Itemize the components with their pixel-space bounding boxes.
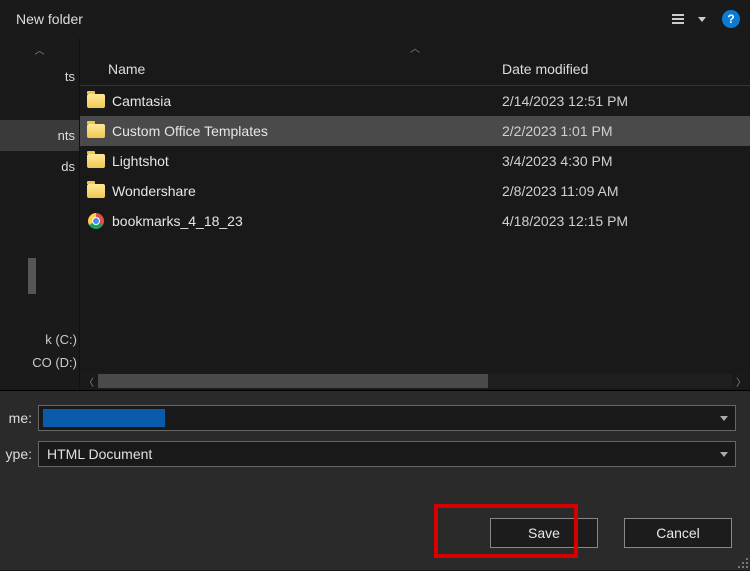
file-row[interactable]: Lightshot 3/4/2023 4:30 PM xyxy=(80,146,750,176)
sidebar-item[interactable]: ts xyxy=(0,61,79,92)
save-form: me: ype: HTML Document Save Cancel xyxy=(0,390,750,570)
filename-label: me: xyxy=(0,410,38,426)
file-date: 2/14/2023 12:51 PM xyxy=(494,93,750,109)
file-date: 4/18/2023 12:15 PM xyxy=(494,213,750,229)
filename-combo[interactable] xyxy=(38,405,736,431)
column-header-name[interactable]: Name xyxy=(80,61,494,77)
list-view-icon xyxy=(672,14,684,24)
drive-item[interactable]: CO (D:) xyxy=(0,351,79,374)
sidebar-scrollbar-thumb[interactable] xyxy=(28,258,36,294)
folder-icon xyxy=(86,92,106,110)
resize-grip[interactable] xyxy=(736,556,748,568)
sidebar-item[interactable]: ds xyxy=(0,151,79,182)
file-name: Lightshot xyxy=(112,153,494,169)
help-button[interactable]: ? xyxy=(722,10,740,28)
file-name: Custom Office Templates xyxy=(112,123,494,139)
column-header-date[interactable]: Date modified xyxy=(494,61,750,77)
column-sort-indicator: ︿ xyxy=(80,38,750,57)
chrome-icon xyxy=(86,212,106,230)
chevron-down-icon xyxy=(720,416,728,421)
view-mode-dropdown[interactable] xyxy=(672,14,706,24)
toolbar: New folder ? xyxy=(0,0,750,38)
file-date: 3/4/2023 4:30 PM xyxy=(494,153,750,169)
folder-icon xyxy=(86,182,106,200)
scrollbar-track[interactable] xyxy=(98,374,732,388)
file-date: 2/8/2023 11:09 AM xyxy=(494,183,750,199)
sidebar-item[interactable]: nts xyxy=(0,120,79,151)
horizontal-scrollbar: 〈 〉 xyxy=(80,372,750,390)
filetype-dropdown-button[interactable] xyxy=(713,442,735,466)
file-row[interactable]: bookmarks_4_18_23 4/18/2023 12:15 PM xyxy=(80,206,750,236)
save-button[interactable]: Save xyxy=(490,518,598,548)
file-row[interactable]: Camtasia 2/14/2023 12:51 PM xyxy=(80,86,750,116)
filename-dropdown-button[interactable] xyxy=(713,406,735,430)
filetype-combo[interactable]: HTML Document xyxy=(38,441,736,467)
file-name: Camtasia xyxy=(112,93,494,109)
scrollbar-thumb[interactable] xyxy=(98,374,488,388)
cancel-button[interactable]: Cancel xyxy=(624,518,732,548)
drive-item[interactable]: k (C:) xyxy=(0,328,79,351)
chevron-down-icon xyxy=(698,17,706,22)
sidebar-item[interactable] xyxy=(0,92,79,120)
file-browser: ︿ Name Date modified Camtasia 2/14/2023 … xyxy=(80,38,750,390)
scroll-right-button[interactable]: 〉 xyxy=(732,374,750,389)
file-name: Wondershare xyxy=(112,183,494,199)
navigation-sidebar: ︿ ts nts ds k (C:) CO (D:) xyxy=(0,38,80,390)
file-name: bookmarks_4_18_23 xyxy=(112,213,494,229)
folder-icon xyxy=(86,122,106,140)
file-row[interactable]: Custom Office Templates 2/2/2023 1:01 PM xyxy=(80,116,750,146)
chevron-down-icon xyxy=(720,452,728,457)
folder-icon xyxy=(86,152,106,170)
file-list: Camtasia 2/14/2023 12:51 PM Custom Offic… xyxy=(80,86,750,372)
filetype-value: HTML Document xyxy=(39,446,713,462)
file-date: 2/2/2023 1:01 PM xyxy=(494,123,750,139)
new-folder-button[interactable]: New folder xyxy=(16,11,83,27)
scroll-left-button[interactable]: 〈 xyxy=(80,374,98,389)
sidebar-scroll-up[interactable]: ︿ xyxy=(0,38,79,61)
file-row[interactable]: Wondershare 2/8/2023 11:09 AM xyxy=(80,176,750,206)
column-headers: Name Date modified xyxy=(80,57,750,86)
filename-input[interactable] xyxy=(39,406,713,430)
filetype-label: ype: xyxy=(0,446,38,462)
